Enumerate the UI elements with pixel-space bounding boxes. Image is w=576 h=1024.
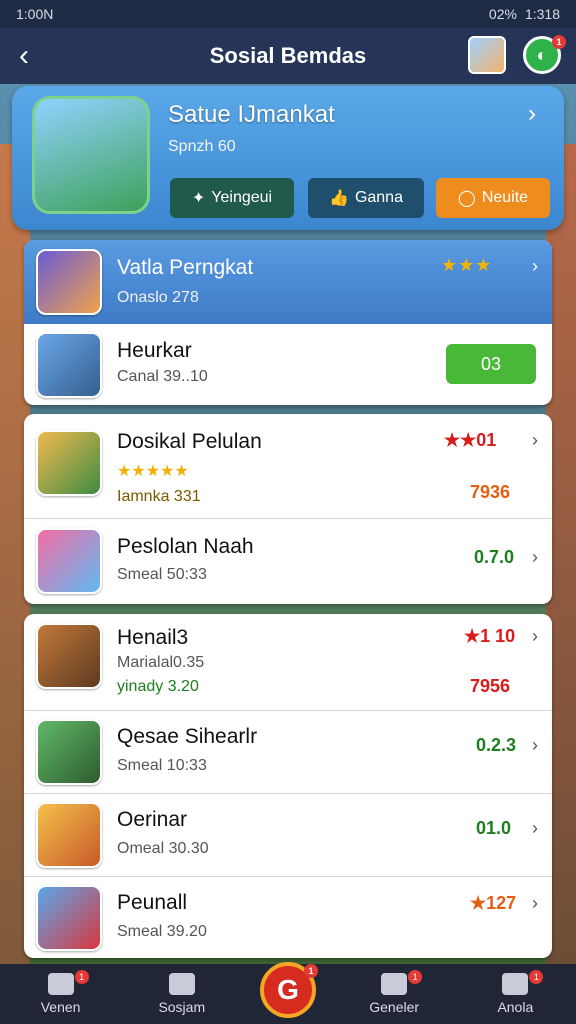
- hero-avatar: [32, 96, 150, 214]
- item-right: 01.0: [476, 818, 512, 838]
- item-name: Peslolan Naah: [117, 535, 254, 558]
- list-item[interactable]: Qesae Sihearlr Smeal 10:33 0.2.3 ›: [24, 711, 552, 793]
- hero-button-2-label: Ganna: [354, 189, 403, 206]
- list-item[interactable]: Peunall Smeal 39.20 ★127 ›: [24, 877, 552, 958]
- list-card-3: Henail3 Marialal0.35 yinady 3.20 ★1 10 7…: [24, 614, 552, 958]
- chevron-right-icon: ›: [532, 735, 538, 755]
- search-icon: ◯: [457, 190, 476, 207]
- nav-label-social: Sosjam: [158, 999, 206, 1015]
- center-action-button[interactable]: G 1: [260, 962, 318, 1018]
- app-icon: [36, 719, 102, 785]
- hero-name: Satue IJmankat: [168, 101, 335, 128]
- chat-icon: ◐: [536, 44, 548, 65]
- hero-card[interactable]: Satue IJmankat Spnzh 60 › ✦ Yeingeui 👍 Gan…: [12, 86, 564, 230]
- back-button[interactable]: ‹: [0, 28, 48, 84]
- hero-subtitle: Spnzh 60: [168, 138, 236, 155]
- chevron-right-icon: ›: [532, 430, 538, 450]
- app-icon: [36, 332, 102, 398]
- featured-name: Vatla Perngkat: [117, 256, 254, 279]
- chat-notification-badge: 1: [552, 35, 566, 49]
- list-item[interactable]: Oerinar Omeal 30.30 01.0 ›: [24, 794, 552, 876]
- item-badge: 7936: [470, 482, 511, 502]
- status-time-left: 1:00N: [16, 6, 54, 22]
- chevron-right-icon: ›: [532, 893, 538, 913]
- play-button[interactable]: 03: [446, 344, 536, 384]
- item-name: Dosikal Pelulan: [117, 430, 262, 453]
- item-subtitle: Marialal0.35: [117, 654, 205, 671]
- nav-badge: 1: [74, 970, 89, 984]
- center-button-label: G: [277, 974, 299, 1005]
- app-icon: [36, 885, 102, 951]
- item-right: ★127: [470, 893, 517, 913]
- nav-label-general: Geneler: [369, 999, 420, 1015]
- nav-label-anola: Anola: [497, 999, 534, 1015]
- featured-icon: [36, 249, 102, 315]
- list-card-2: Dosikal Pelulan ★★★★★ Iamnka 331 ★★01 79…: [24, 414, 552, 604]
- thumb-icon: 👍: [329, 190, 349, 207]
- nav-label-home: Venen: [40, 999, 81, 1015]
- item-subtitle: Smeal 39.20: [117, 923, 207, 940]
- nav-home[interactable]: Venen 1: [11, 964, 111, 1024]
- profile-avatar[interactable]: [468, 36, 506, 74]
- nav-general[interactable]: Geneler 1: [344, 964, 444, 1024]
- item-name: Heurkar: [117, 339, 192, 362]
- item-subtitle: Iamnka 331: [117, 488, 201, 505]
- item-badge: 7956: [470, 676, 511, 696]
- users-icon: [168, 973, 195, 995]
- item-subtitle: Canal 39..10: [117, 368, 208, 385]
- camera-icon: [381, 973, 408, 995]
- featured-row[interactable]: Vatla Perngkat Onaslo 278 ★★★ ›: [24, 240, 552, 324]
- item-name: Oerinar: [117, 808, 188, 831]
- item-right: ★★01: [444, 430, 497, 450]
- hero-button-2[interactable]: 👍 Ganna: [308, 178, 424, 218]
- chevron-left-icon: ‹: [19, 39, 29, 72]
- list-item[interactable]: Dosikal Pelulan ★★★★★ Iamnka 331 ★★01 79…: [24, 414, 552, 518]
- item-subtitle: Smeal 50:33: [117, 566, 207, 583]
- item-subtitle: Smeal 10:33: [117, 757, 207, 774]
- nav-badge: 1: [529, 970, 544, 984]
- item-stars: ★★★★★: [117, 463, 189, 480]
- hero-button-3-label: Neuite: [481, 189, 529, 206]
- chat-button[interactable]: ◐ 1: [523, 35, 566, 74]
- featured-subtitle: Onaslo 278: [117, 289, 199, 306]
- chevron-right-icon: ›: [532, 547, 538, 567]
- app-icon: [36, 528, 102, 594]
- item-subtitle2: yinady 3.20: [117, 678, 199, 695]
- app-icon: [36, 430, 102, 496]
- status-battery: 02%: [488, 6, 517, 22]
- list-item[interactable]: Peslolan Naah Smeal 50:33 0.7.0 ›: [24, 519, 552, 604]
- hero-button-1[interactable]: ✦ Yeingeui: [170, 178, 294, 218]
- hero-button-3[interactable]: ◯ Neuite: [436, 178, 550, 218]
- list-item[interactable]: Heurkar Canal 39..10 03: [24, 324, 552, 405]
- item-right: ★1 10: [464, 626, 516, 646]
- nav-social[interactable]: Sosjam: [132, 964, 232, 1024]
- center-button-badge: 1: [304, 964, 318, 978]
- nav-badge: 1: [408, 970, 423, 984]
- nav-anola[interactable]: Anola 1: [465, 964, 565, 1024]
- status-bar: 1:00N 02% 1:318: [0, 0, 576, 28]
- chevron-right-icon: ›: [532, 626, 538, 646]
- item-name: Peunall: [117, 891, 188, 914]
- hero-button-1-label: Yeingeui: [211, 189, 273, 206]
- chat-icon: [502, 973, 529, 995]
- item-right: 0.2.3: [476, 735, 517, 755]
- hero-chevron-icon: ›: [528, 100, 536, 127]
- status-time-right: 1:318: [524, 6, 560, 22]
- item-name: Henail3: [117, 626, 189, 649]
- app-icon: [36, 802, 102, 868]
- featured-stars: ★★★: [441, 255, 493, 275]
- share-icon: ✦: [191, 190, 206, 207]
- item-name: Qesae Sihearlr: [117, 725, 258, 748]
- list-card-1: Vatla Perngkat Onaslo 278 ★★★ › Heurkar …: [24, 240, 552, 405]
- home-icon: [47, 973, 74, 995]
- featured-chevron-icon: ›: [532, 256, 538, 276]
- app-icon: [36, 623, 102, 689]
- item-subtitle: Omeal 30.30: [117, 840, 209, 857]
- item-right: 0.7.0: [474, 547, 515, 567]
- chevron-right-icon: ›: [532, 818, 538, 838]
- list-item[interactable]: Henail3 Marialal0.35 yinady 3.20 ★1 10 7…: [24, 614, 552, 710]
